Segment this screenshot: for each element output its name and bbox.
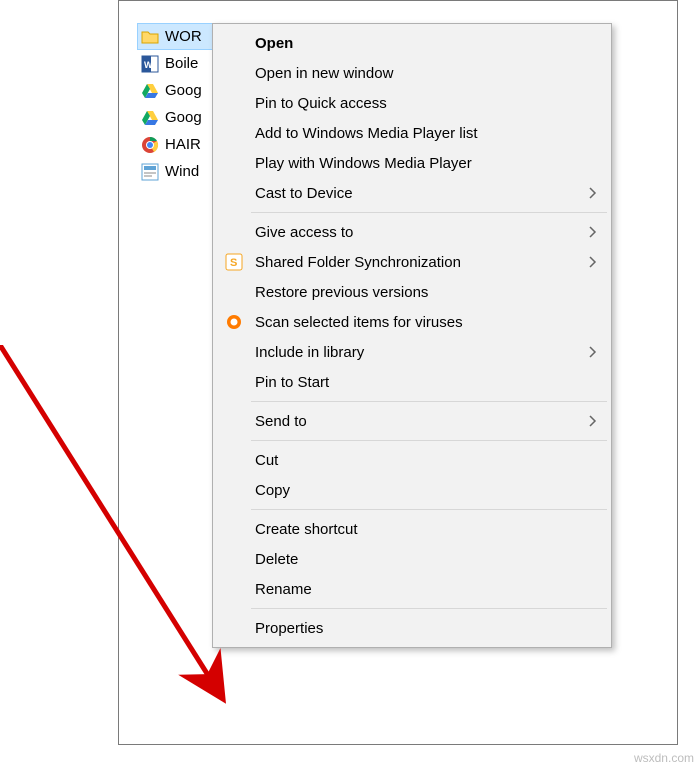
menu-separator: [251, 212, 607, 213]
menu-label: Include in library: [255, 344, 364, 361]
chevron-right-icon: [587, 415, 599, 427]
antivirus-icon: [225, 313, 243, 331]
menu-copy[interactable]: Copy: [215, 475, 609, 505]
menu-label: Pin to Quick access: [255, 95, 387, 112]
menu-give-access-to[interactable]: Give access to: [215, 217, 609, 247]
file-label: Wind: [165, 163, 199, 180]
file-label: HAIR: [165, 136, 201, 153]
file-label: WOR: [165, 28, 202, 45]
menu-label: Send to: [255, 413, 307, 430]
menu-label: Rename: [255, 581, 312, 598]
menu-add-wmp-list[interactable]: Add to Windows Media Player list: [215, 118, 609, 148]
menu-pin-quick-access[interactable]: Pin to Quick access: [215, 88, 609, 118]
watermark: wsxdn.com: [634, 751, 694, 765]
menu-scan-viruses[interactable]: Scan selected items for viruses: [215, 307, 609, 337]
google-drive-icon: [141, 109, 159, 127]
menu-shared-folder-sync[interactable]: S Shared Folder Synchronization: [215, 247, 609, 277]
menu-separator: [251, 608, 607, 609]
file-label: Goog: [165, 82, 202, 99]
menu-label: Cast to Device: [255, 185, 353, 202]
menu-include-library[interactable]: Include in library: [215, 337, 609, 367]
chevron-right-icon: [587, 346, 599, 358]
word-doc-icon: W: [141, 55, 159, 73]
svg-text:W: W: [144, 60, 153, 70]
sync-icon: S: [225, 253, 243, 271]
menu-properties[interactable]: Properties: [215, 613, 609, 643]
explorer-pane: WOR W Boile Goog Goog HAIR: [118, 0, 678, 745]
menu-send-to[interactable]: Send to: [215, 406, 609, 436]
folder-icon: [141, 28, 159, 46]
menu-label: Delete: [255, 551, 298, 568]
menu-label: Scan selected items for viruses: [255, 314, 463, 331]
file-label: Boile: [165, 55, 198, 72]
chevron-right-icon: [587, 187, 599, 199]
menu-pin-to-start[interactable]: Pin to Start: [215, 367, 609, 397]
chevron-right-icon: [587, 256, 599, 268]
menu-label: Shared Folder Synchronization: [255, 254, 461, 271]
menu-cut[interactable]: Cut: [215, 445, 609, 475]
menu-open-new-window[interactable]: Open in new window: [215, 58, 609, 88]
menu-label: Pin to Start: [255, 374, 329, 391]
menu-label: Cut: [255, 452, 278, 469]
menu-cast-to-device[interactable]: Cast to Device: [215, 178, 609, 208]
menu-separator: [251, 440, 607, 441]
menu-label: Open in new window: [255, 65, 393, 82]
chrome-icon: [141, 136, 159, 154]
menu-separator: [251, 401, 607, 402]
app-icon: [141, 163, 159, 181]
file-label: Goog: [165, 109, 202, 126]
menu-restore-previous[interactable]: Restore previous versions: [215, 277, 609, 307]
context-menu: Open Open in new window Pin to Quick acc…: [212, 23, 612, 648]
menu-label: Create shortcut: [255, 521, 358, 538]
menu-label: Properties: [255, 620, 323, 637]
menu-label: Restore previous versions: [255, 284, 428, 301]
google-drive-icon: [141, 82, 159, 100]
menu-label: Copy: [255, 482, 290, 499]
menu-label: Add to Windows Media Player list: [255, 125, 478, 142]
menu-play-wmp[interactable]: Play with Windows Media Player: [215, 148, 609, 178]
menu-label: Play with Windows Media Player: [255, 155, 472, 172]
menu-separator: [251, 509, 607, 510]
svg-text:S: S: [230, 257, 237, 269]
chevron-right-icon: [587, 226, 599, 238]
menu-create-shortcut[interactable]: Create shortcut: [215, 514, 609, 544]
menu-delete[interactable]: Delete: [215, 544, 609, 574]
menu-label: Give access to: [255, 224, 353, 241]
menu-label: Open: [255, 35, 293, 52]
menu-rename[interactable]: Rename: [215, 574, 609, 604]
menu-open[interactable]: Open: [215, 28, 609, 58]
